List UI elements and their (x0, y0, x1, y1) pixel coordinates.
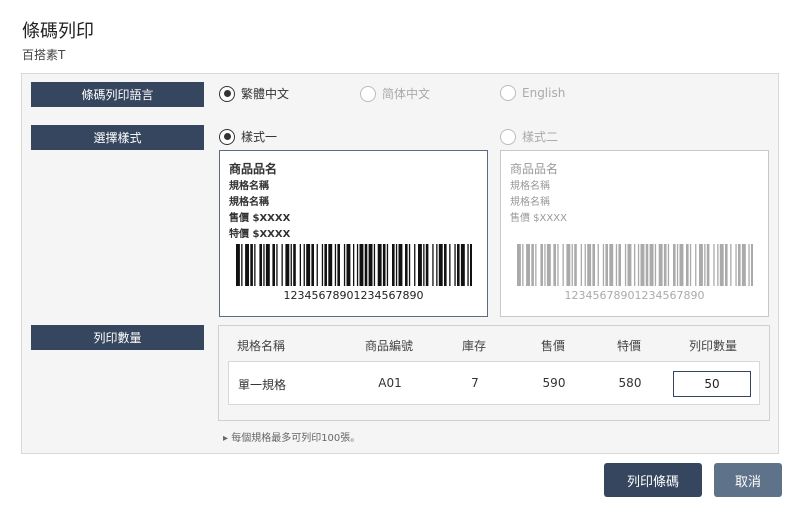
barcode-number: 12345678901234567890 (564, 289, 705, 302)
cell-spec: 單一規格 (237, 378, 286, 392)
radio-unselected-icon (500, 85, 516, 101)
product-name: 百搭素T (22, 48, 66, 62)
radio-simplified-chinese[interactable]: 简体中文 (360, 85, 430, 102)
radio-unselected-icon (500, 128, 516, 145)
quantity-section-label: 列印數量 (31, 325, 204, 350)
language-section-label: 條碼列印語言 (31, 82, 204, 107)
column-header: 商品編號 (364, 339, 413, 353)
table-row: 單一規格 A01 7 590 580 (228, 361, 760, 405)
column-header: 列印數量 (688, 339, 737, 353)
radio-label: 简体中文 (382, 87, 431, 101)
column-header: 庫存 (461, 339, 486, 353)
preview-price: 售價 $XXXX (229, 213, 291, 224)
cell-price: 590 (542, 376, 566, 390)
print-quantity-input[interactable] (673, 371, 751, 397)
barcode-number: 12345678901234567890 (283, 289, 424, 302)
radio-selected-icon (219, 85, 235, 102)
barcode-image (517, 244, 753, 286)
radio-label: English (522, 86, 566, 100)
preview-price: 售價 $XXXX (510, 213, 567, 224)
print-barcode-button[interactable]: 列印條碼 (604, 463, 702, 497)
preview-special-price: 特價 $XXXX (229, 229, 291, 240)
preview-product-name: 商品品名 (229, 162, 278, 176)
preview-spec: 規格名稱 (229, 197, 269, 208)
radio-selected-icon (219, 128, 235, 145)
style-section-label: 選擇樣式 (31, 125, 204, 150)
preview-product-name: 商品品名 (510, 162, 559, 176)
dialog-title: 條碼列印 (22, 21, 94, 42)
column-header: 售價 (540, 339, 565, 353)
preview-spec: 規格名稱 (229, 181, 269, 192)
cell-stock: 7 (471, 376, 479, 390)
style-two-preview[interactable]: 商品品名 規格名稱 規格名稱 售價 $XXXX 1234567890123456… (500, 150, 769, 317)
preview-spec: 規格名稱 (510, 181, 550, 192)
style-one-preview[interactable]: 商品品名 規格名稱 規格名稱 售價 $XXXX 特價 $XXXX 1234567… (219, 150, 488, 317)
column-header: 規格名稱 (236, 339, 285, 353)
radio-traditional-chinese[interactable]: 繁體中文 (219, 85, 289, 102)
cancel-button[interactable]: 取消 (714, 463, 782, 497)
radio-english[interactable]: English (500, 85, 565, 101)
radio-style-two[interactable]: 樣式二 (500, 128, 558, 145)
barcode-image (236, 244, 472, 286)
cell-code: A01 (378, 376, 402, 390)
quantity-table: 規格名稱 商品編號 庫存 售價 特價 列印數量 單一規格 A01 7 590 5… (218, 325, 770, 421)
radio-style-one[interactable]: 樣式一 (219, 128, 277, 145)
preview-spec: 規格名稱 (510, 197, 550, 208)
radio-label: 樣式二 (522, 130, 559, 144)
radio-label: 繁體中文 (241, 87, 290, 101)
column-header: 特價 (616, 339, 641, 353)
quantity-note: ▸ 每個規格最多可列印100張。 (223, 433, 361, 444)
radio-label: 樣式一 (241, 130, 278, 144)
radio-unselected-icon (360, 85, 376, 102)
settings-panel: 條碼列印語言 繁體中文 简体中文 English 選擇樣式 樣式一 樣式二 商品… (21, 73, 779, 454)
cell-special-price: 580 (618, 376, 642, 390)
